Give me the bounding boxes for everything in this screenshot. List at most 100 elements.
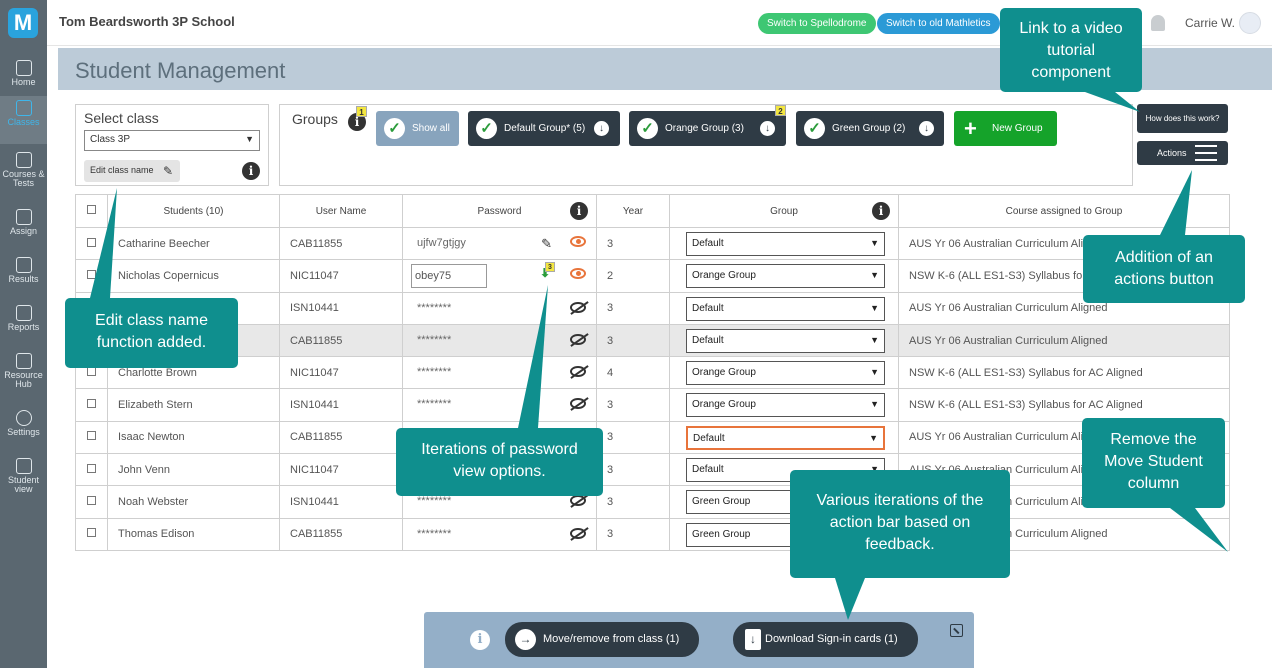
header-password[interactable]: Password i [402, 194, 597, 228]
student-username: NIC11047 [279, 356, 403, 390]
row-check-cell[interactable] [75, 517, 108, 551]
pencil-icon: ✎ [162, 164, 173, 178]
avatar[interactable] [1239, 12, 1261, 34]
switch-old-mathletics-button[interactable]: Switch to old Mathletics [877, 13, 1000, 34]
eye-hidden-icon[interactable] [570, 333, 586, 345]
table-row[interactable]: Isaac Newton ISN10441 ******** 3 Default… [75, 291, 1230, 325]
eye-hidden-icon[interactable] [570, 366, 586, 378]
user-name[interactable]: Carrie W. [1185, 16, 1235, 30]
group-select[interactable]: Orange Group ▼ [686, 393, 885, 418]
info-icon[interactable]: i [470, 630, 490, 650]
select-all-checkbox[interactable] [87, 205, 96, 214]
group-select[interactable]: Default ▼ [686, 232, 885, 256]
table-row[interactable]: Noah Webster ISN10441 ******** 3 Green G… [75, 485, 1230, 519]
edit-class-name-button[interactable]: Edit class name ✎ [84, 160, 180, 182]
table-row[interactable]: Isaac Newton CAB11855 ******** 3 Default… [75, 420, 1230, 455]
group-select[interactable]: Orange Group ▼ [686, 361, 885, 386]
row-check-cell[interactable] [75, 485, 108, 519]
student-username: NIC11047 [279, 259, 403, 293]
group-select[interactable]: Default ▼ [686, 328, 885, 353]
row-checkbox[interactable] [87, 366, 96, 376]
info-icon[interactable]: i [242, 162, 260, 180]
group-select[interactable]: Orange Group ▼ [686, 264, 885, 289]
green-group-button[interactable]: ✓ Green Group (2) ↓ [796, 111, 944, 146]
download-icon[interactable]: ↓ [919, 121, 934, 136]
move-remove-button[interactable]: → Move/remove from class (1) [505, 622, 699, 657]
row-checkbox[interactable] [87, 269, 96, 279]
sidebar-item-resource-hub[interactable]: Resource Hub [0, 349, 47, 397]
select-class-label: Select class [84, 110, 159, 126]
table-row[interactable]: John Venn NIC11047 ******** 3 Default▼ A… [75, 453, 1230, 487]
eye-hidden-icon[interactable] [570, 527, 586, 539]
group-select-value: Default [692, 334, 724, 346]
password-info-icon[interactable]: i [570, 202, 588, 220]
row-checkbox[interactable] [87, 496, 96, 506]
save-arrow-icon[interactable]: ⬇ 3 [540, 262, 555, 280]
class-select[interactable]: Class 3P ▼ [84, 130, 260, 151]
sidebar-item-classes[interactable]: Classes [0, 96, 47, 144]
row-checkbox[interactable] [87, 431, 96, 441]
password-text: ujfw7gtjgy [417, 237, 466, 249]
sidebar-item-label: Results [8, 274, 39, 284]
eye-hidden-icon[interactable] [570, 495, 586, 507]
sidebar-item-settings[interactable]: Settings [0, 406, 47, 454]
student-year: 4 [596, 356, 670, 390]
table-row[interactable]: Elizabeth Stern ISN10441 ******** 3 Oran… [75, 388, 1230, 422]
student-view-icon [15, 458, 32, 474]
header-year[interactable]: Year [596, 194, 670, 228]
new-group-button[interactable]: + New Group [954, 111, 1057, 146]
header-username[interactable]: User Name [279, 194, 403, 228]
password-input[interactable]: obey75 [411, 264, 487, 289]
pencil-icon[interactable]: ✎ [541, 236, 552, 252]
download-sign-in-cards-button[interactable]: ↓ Download Sign-in cards (1) [733, 622, 918, 657]
row-checkbox[interactable] [87, 528, 96, 538]
group-select[interactable]: Default ▼ [686, 296, 885, 321]
row-check-cell[interactable] [75, 226, 108, 261]
download-icon[interactable]: ↓ [594, 121, 609, 136]
header-course[interactable]: Course assigned to Group [898, 194, 1230, 228]
row-check-cell[interactable] [75, 420, 108, 455]
bell-icon[interactable] [1151, 15, 1165, 31]
row-check-cell[interactable] [75, 259, 108, 293]
default-group-button[interactable]: ✓ Default Group* (5) ↓ [468, 111, 620, 146]
password-text: ******** [417, 301, 452, 314]
mathletics-logo[interactable]: M [8, 8, 38, 38]
sidebar-item-student-view[interactable]: Student view [0, 454, 47, 502]
switch-spellodrome-button[interactable]: Switch to Spellodrome [758, 13, 876, 34]
header-students[interactable]: Students (10) [107, 194, 280, 228]
group-info-icon[interactable]: i [872, 202, 890, 220]
actions-button[interactable]: Actions [1137, 141, 1228, 165]
select-all-cell[interactable] [75, 194, 108, 228]
orange-group-button[interactable]: ✓ Orange Group (3) ↓ [629, 111, 786, 146]
table-row[interactable]: Catharine Beecher CAB11855 ******** 3 De… [75, 323, 1230, 358]
collapse-icon[interactable] [950, 624, 963, 637]
sidebar-item-results[interactable]: Results [0, 253, 47, 301]
group-select[interactable]: Default ▼ [686, 425, 885, 450]
password-text: ******** [417, 366, 452, 379]
download-icon[interactable]: ↓ [760, 121, 775, 136]
sidebar-item-courses[interactable]: Courses & Tests [0, 148, 47, 196]
sidebar-item-reports[interactable]: Reports [0, 301, 47, 349]
group-select-value: Orange Group [692, 367, 756, 379]
header-group[interactable]: Group i [669, 194, 899, 228]
eye-hidden-icon[interactable] [570, 398, 586, 410]
student-name: Catharine Beecher [107, 226, 280, 261]
show-all-button[interactable]: ✓ Show all [376, 111, 459, 146]
table-row[interactable]: Catharine Beecher CAB11855 ujfw7gtjgy ✎ 3… [75, 226, 1230, 261]
row-checkbox[interactable] [87, 237, 96, 247]
table-row[interactable]: Nicholas Copernicus NIC11047 obey75 ⬇ 3 2 … [75, 259, 1230, 293]
eye-hidden-icon[interactable] [570, 301, 586, 313]
eye-open-icon[interactable] [570, 236, 586, 247]
eye-open-icon[interactable] [570, 268, 586, 280]
row-check-cell[interactable] [75, 453, 108, 487]
row-checkbox[interactable] [87, 399, 96, 409]
download-sign-in-cards-label: Download Sign-in cards (1) [765, 633, 898, 645]
sidebar-item-assign[interactable]: Assign [0, 205, 47, 253]
group-select-value: Default [693, 432, 725, 444]
how-does-this-work-button[interactable]: How does this work? [1137, 104, 1228, 133]
table-row[interactable]: Charlotte Brown NIC11047 ******** 4 Oran… [75, 356, 1230, 390]
row-checkbox[interactable] [87, 463, 96, 473]
password-cell: ******** [402, 388, 597, 422]
table-row[interactable]: Thomas Edison CAB11855 ******** 3 Green … [75, 517, 1230, 551]
row-check-cell[interactable] [75, 388, 108, 422]
